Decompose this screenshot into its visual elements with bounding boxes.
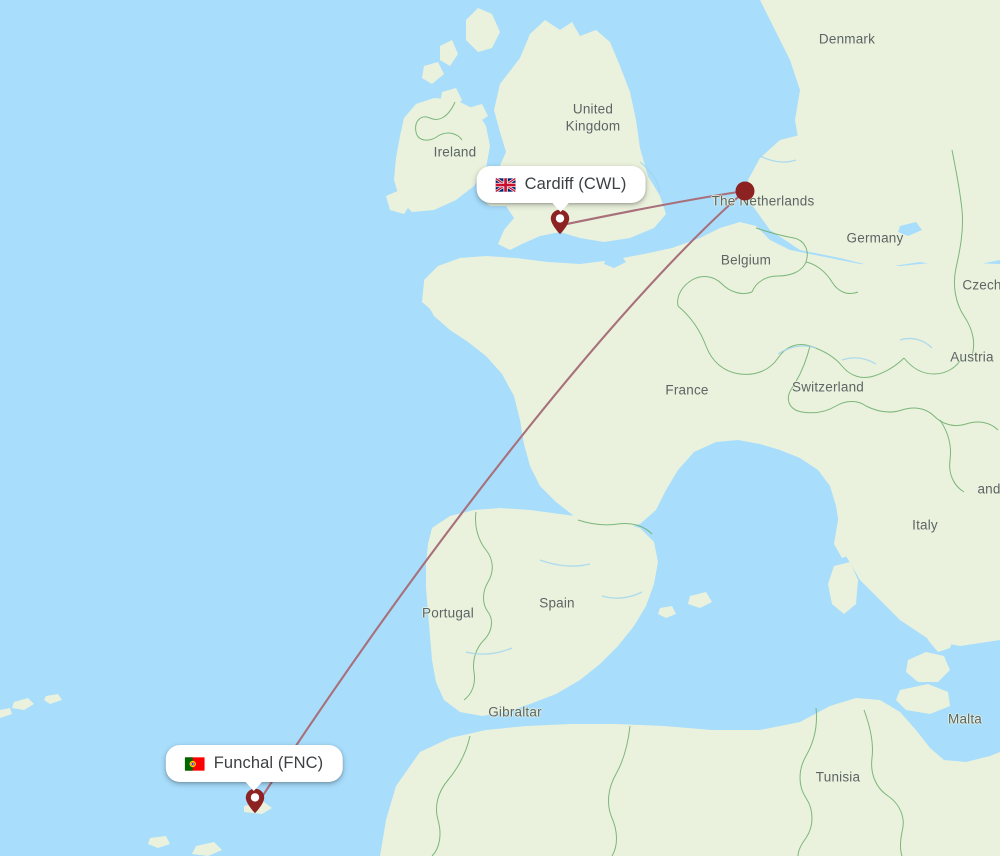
cardiff-pin-marker[interactable] — [550, 209, 570, 235]
funchal-pin-marker[interactable] — [245, 788, 265, 814]
flight-route-map[interactable]: .land { fill: #eaf2dd; stroke: none; } .… — [0, 0, 1000, 856]
city-callout-funchal-label: Funchal (FNC) — [213, 754, 324, 772]
callout-tail — [552, 202, 570, 212]
city-callout-cardiff-label: Cardiff (CWL) — [524, 175, 627, 193]
map-canvas: .land { fill: #eaf2dd; stroke: none; } .… — [0, 0, 1000, 856]
callout-tail — [245, 781, 263, 791]
amsterdam-dot-marker[interactable] — [735, 181, 755, 201]
city-callout-cardiff[interactable]: Cardiff (CWL) — [476, 166, 646, 212]
gb-flag-icon — [495, 177, 516, 192]
pt-flag-icon — [184, 756, 205, 771]
city-callout-funchal[interactable]: Funchal (FNC) — [165, 745, 343, 791]
